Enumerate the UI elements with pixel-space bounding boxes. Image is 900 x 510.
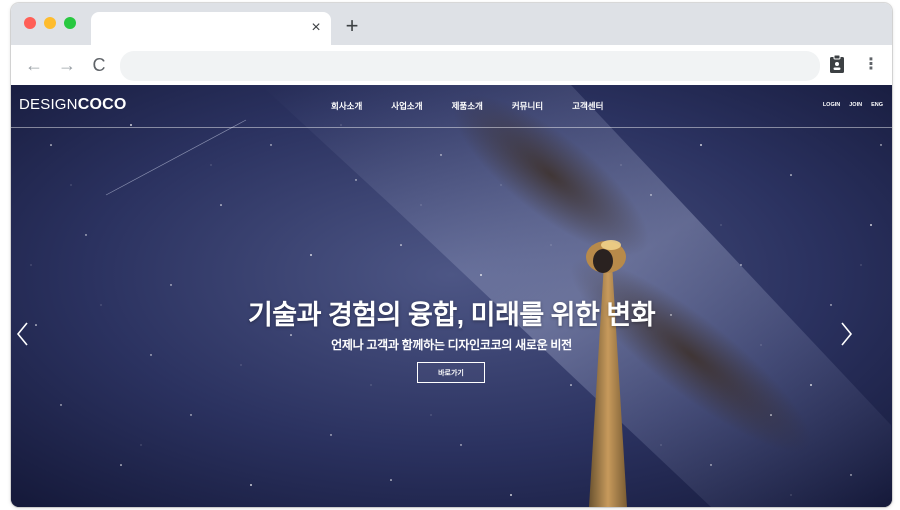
site-logo[interactable]: DESIGNCOCO	[19, 96, 127, 114]
close-window-button[interactable]	[24, 17, 36, 29]
tab-close-icon[interactable]: ×	[307, 19, 325, 37]
browser-tab[interactable]: ×	[91, 12, 331, 45]
maximize-window-button[interactable]	[64, 17, 76, 29]
back-arrow-icon[interactable]: ←	[22, 53, 46, 77]
page-viewport: DESIGNCOCO 회사소개 사업소개 제품소개 커뮤니티 고객센터 LOGI…	[11, 85, 892, 507]
slider-next-arrow-icon[interactable]	[837, 319, 855, 349]
main-navigation: 회사소개 사업소개 제품소개 커뮤니티 고객센터	[331, 100, 632, 114]
join-link[interactable]: JOIN	[849, 102, 862, 108]
nav-item-company[interactable]: 회사소개	[331, 100, 362, 114]
language-link[interactable]: ENG	[871, 102, 883, 108]
nav-item-business[interactable]: 사업소개	[391, 100, 422, 114]
tab-strip: × +	[11, 3, 892, 45]
browser-menu-icon[interactable]: ⋮	[863, 53, 879, 77]
browser-window: × + ← → C ⋮ DESIGNCOCO 회사소개 사업소개 제품소개 커뮤…	[11, 3, 892, 507]
logo-text-design: DESIGN	[19, 96, 78, 113]
forward-arrow-icon[interactable]: →	[55, 53, 79, 77]
slider-prev-arrow-icon[interactable]	[14, 319, 32, 349]
reload-icon[interactable]: C	[87, 53, 111, 77]
site-header: DESIGNCOCO 회사소개 사업소개 제품소개 커뮤니티 고객센터 LOGI…	[11, 85, 892, 128]
nav-item-products[interactable]: 제품소개	[452, 100, 483, 114]
hero-subtitle: 언제나 고객과 함께하는 디자인코코의 새로운 비전	[331, 338, 572, 352]
nav-item-support[interactable]: 고객센터	[572, 100, 603, 114]
new-tab-icon[interactable]: +	[342, 15, 362, 37]
nav-item-community[interactable]: 커뮤니티	[512, 100, 543, 114]
minimize-window-button[interactable]	[44, 17, 56, 29]
utility-links: LOGIN JOIN ENG	[814, 102, 883, 108]
address-bar[interactable]	[120, 51, 820, 81]
hero-title: 기술과 경험의 융합, 미래를 위한 변화	[247, 300, 656, 330]
clipboard-extension-icon[interactable]	[829, 54, 845, 74]
browser-toolbar: ← → C ⋮	[11, 45, 892, 85]
login-link[interactable]: LOGIN	[823, 102, 840, 108]
hero-cta-button[interactable]: 바로가기	[417, 362, 485, 383]
logo-text-coco: COCO	[77, 96, 127, 113]
